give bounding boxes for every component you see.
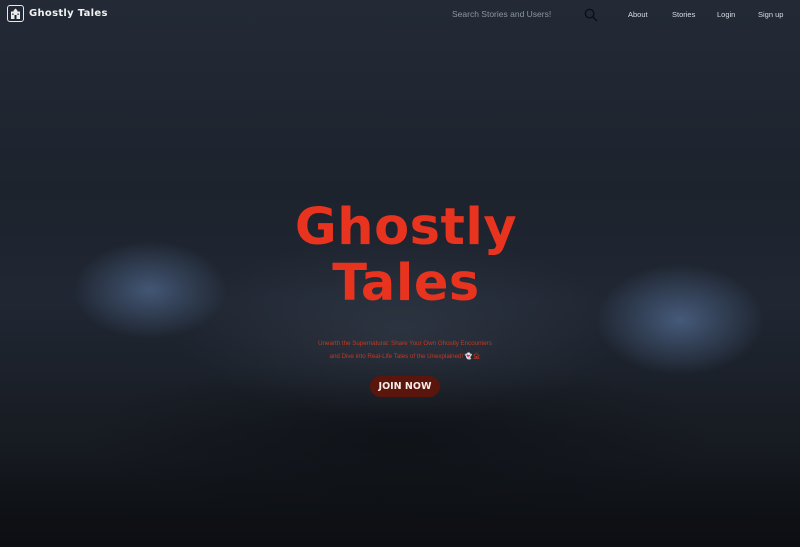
hero-tagline-line2: and Dive into Real-Life Tales of the Une… <box>329 353 481 360</box>
search-input[interactable] <box>452 5 576 23</box>
brand-name: Ghostly Tales <box>29 8 108 19</box>
brand[interactable]: Ghostly Tales <box>7 5 108 22</box>
ghost-castle-icon <box>7 5 24 22</box>
nav-link-login[interactable]: Login <box>717 10 735 19</box>
hero-title: Ghostly Tales <box>0 200 800 312</box>
nav-link-stories[interactable]: Stories <box>672 10 695 19</box>
hero-tagline: Unearth the Supernatural: Share Your Own… <box>300 337 510 363</box>
hero-title-line2: Tales <box>332 254 480 313</box>
top-nav: Ghostly Tales About Stories Login Sign u… <box>0 0 800 28</box>
hero-floor-shadow <box>0 457 800 547</box>
nav-link-about[interactable]: About <box>628 10 648 19</box>
nav-link-sign-up[interactable]: Sign up <box>758 10 783 19</box>
hero-title-line1: Ghostly <box>294 198 518 257</box>
join-now-button[interactable]: JOIN NOW <box>370 376 440 397</box>
search-icon[interactable] <box>583 7 598 22</box>
hero-tagline-line1: Unearth the Supernatural: Share Your Own… <box>318 340 492 347</box>
